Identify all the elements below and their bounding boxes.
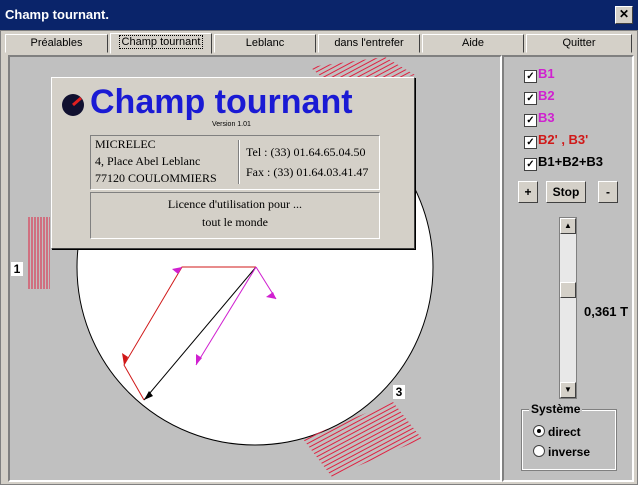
tab-entrefer[interactable]: dans l'entrefer xyxy=(318,34,420,53)
tab-label: Préalables xyxy=(30,37,83,49)
about-title: Champ tournant xyxy=(90,83,353,121)
address-box: MICRELEC 4, Place Abel Leblanc 77120 COU… xyxy=(90,135,380,190)
radio-inverse[interactable]: inverse xyxy=(533,445,590,459)
checkbox-label: B2 xyxy=(538,88,555,103)
gauge-icon xyxy=(62,94,84,116)
radio-direct[interactable]: direct xyxy=(533,425,581,439)
tab-label: Quitter xyxy=(562,37,596,49)
tab-leblanc[interactable]: Leblanc xyxy=(214,34,316,53)
tab-label: Leblanc xyxy=(245,37,285,49)
title-bar: Champ tournant. ✕ xyxy=(0,0,638,30)
minus-button[interactable]: - xyxy=(598,181,618,203)
window-title: Champ tournant. xyxy=(5,7,109,22)
scroll-down-icon[interactable]: ▼ xyxy=(560,382,576,398)
tab-aide[interactable]: Aide xyxy=(422,34,524,53)
checkbox-b2p-b3p[interactable]: ✓ B2' , B3' xyxy=(524,132,588,149)
systeme-legend: Système xyxy=(529,402,583,416)
systeme-group: Système direct inverse xyxy=(521,402,617,471)
checkbox-label: B3 xyxy=(538,110,555,125)
tab-quitter[interactable]: Quitter xyxy=(526,34,632,53)
scroll-thumb[interactable] xyxy=(560,282,576,298)
tab-label: dans l'entrefer xyxy=(334,37,404,49)
checkbox-b1[interactable]: ✓ B1 xyxy=(524,66,555,83)
radio-label: direct xyxy=(548,425,581,439)
control-panel: ✓ B1 ✓ B2 ✓ B3 ✓ B2' , B3' ✓ B1+B2+B3 + Stop … xyxy=(502,55,634,482)
checkbox-icon: ✓ xyxy=(524,70,537,83)
company-name: MICRELEC xyxy=(95,137,156,151)
licence-box: Licence d'utilisation pour ... tout le m… xyxy=(90,192,380,239)
plus-button[interactable]: + xyxy=(518,181,538,203)
telephone: Tel : (33) 01.64.65.04.50 xyxy=(246,145,366,159)
tab-label: Champ tournant xyxy=(118,35,204,49)
checkbox-label: B2' , B3' xyxy=(538,132,589,147)
fax: Fax : (33) 01.64.03.41.47 xyxy=(246,165,369,179)
checkbox-b3[interactable]: ✓ B3 xyxy=(524,110,555,127)
radio-icon xyxy=(533,425,545,437)
coil-3-label: 3 xyxy=(393,385,405,399)
checkbox-label: B1 xyxy=(538,66,555,81)
checkbox-label: B1+B2+B3 xyxy=(538,154,604,169)
city-address: 77120 COULOMMIERS xyxy=(95,171,217,185)
checkbox-b2[interactable]: ✓ B2 xyxy=(524,88,555,105)
checkbox-icon: ✓ xyxy=(524,92,537,105)
coil-1 xyxy=(28,217,50,289)
close-button[interactable]: ✕ xyxy=(615,6,633,24)
checkbox-icon: ✓ xyxy=(524,158,537,171)
licence-line-2: tout le monde xyxy=(202,215,268,229)
radio-icon xyxy=(533,445,545,457)
tab-prealables[interactable]: Préalables xyxy=(5,34,108,53)
street-address: 4, Place Abel Leblanc xyxy=(95,154,201,168)
tab-champ-tournant[interactable]: Champ tournant xyxy=(110,33,212,54)
about-dialog: Champ tournant Version 1.01 MICRELEC 4, … xyxy=(51,77,415,249)
checkbox-sum[interactable]: ✓ B1+B2+B3 xyxy=(524,154,603,171)
stop-button[interactable]: Stop xyxy=(546,181,586,203)
scroll-up-icon[interactable]: ▲ xyxy=(560,218,576,234)
tab-label: Aide xyxy=(461,37,485,49)
checkbox-icon: ✓ xyxy=(524,136,537,149)
checkbox-icon: ✓ xyxy=(524,114,537,127)
speed-scrollbar[interactable]: ▲ ▼ xyxy=(559,217,577,399)
field-value: 0,361 T xyxy=(584,304,629,319)
divider xyxy=(238,140,240,184)
licence-line-1: Licence d'utilisation pour ... xyxy=(167,197,303,211)
about-version: Version 1.01 xyxy=(212,121,251,128)
radio-label: inverse xyxy=(548,445,591,459)
coil-1-label: 1 xyxy=(11,262,23,276)
